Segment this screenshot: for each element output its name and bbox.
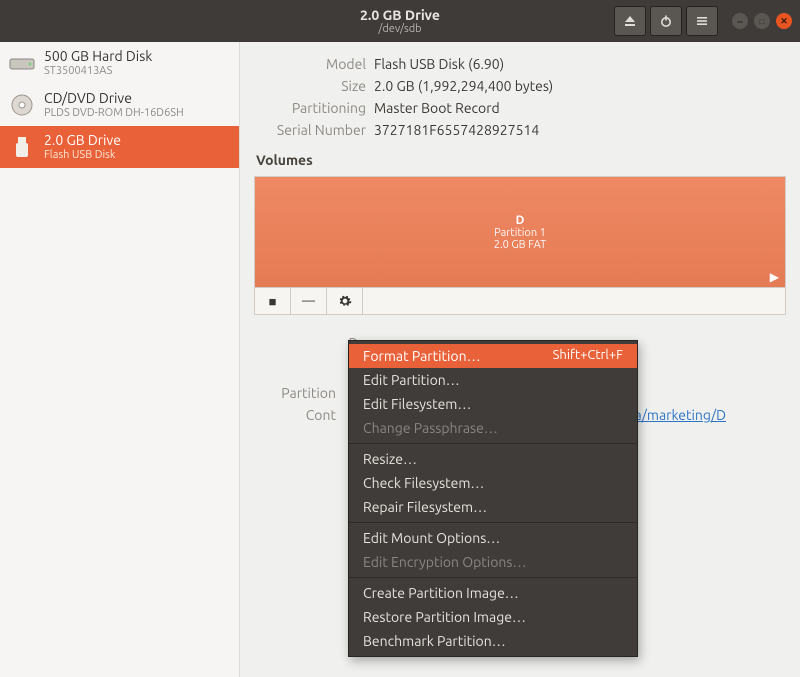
context-menu: Format Partition… Shift+Ctrl+F Edit Part…: [348, 340, 638, 657]
drive-sub: Flash USB Disk: [44, 149, 121, 162]
titlebar: 2.0 GB Drive /dev/sdb: [0, 0, 800, 42]
menu-accel: Shift+Ctrl+F: [553, 348, 623, 364]
menu-resize[interactable]: Resize…: [349, 447, 637, 471]
menu-edit-filesystem[interactable]: Edit Filesystem…: [349, 392, 637, 416]
contents-label: Cont: [254, 407, 344, 423]
volume-line3: 2.0 GB FAT: [494, 239, 546, 251]
minimize-button[interactable]: [732, 13, 748, 29]
partitioning-label: Partitioning: [254, 100, 374, 116]
separator: [349, 522, 637, 523]
hdd-icon: [8, 49, 36, 77]
menu-restore-image[interactable]: Restore Partition Image…: [349, 605, 637, 629]
menu-button[interactable]: [686, 6, 718, 36]
ptype-label: Partition: [254, 385, 344, 401]
volume-toolbar: ■ —: [255, 287, 785, 314]
volumes-heading: Volumes: [256, 152, 786, 168]
maximize-button[interactable]: [754, 13, 770, 29]
drive-sub: ST3500413AS: [44, 65, 152, 78]
drive-title: 2.0 GB Drive: [44, 132, 121, 149]
eject-button[interactable]: [614, 6, 646, 36]
sidebar-item-hdd[interactable]: 500 GB Hard Disk ST3500413AS: [0, 42, 239, 84]
power-button[interactable]: [650, 6, 682, 36]
drive-title: CD/DVD Drive: [44, 90, 184, 107]
drive-title: 500 GB Hard Disk: [44, 48, 152, 65]
disc-icon: [8, 91, 36, 119]
sidebar-item-usb[interactable]: 2.0 GB Drive Flash USB Disk: [0, 126, 239, 168]
stop-button[interactable]: ■: [255, 288, 291, 314]
gear-button[interactable]: [327, 288, 363, 314]
size-label: Size: [254, 78, 374, 94]
volume-line2: Partition 1: [494, 227, 546, 239]
minus-button[interactable]: —: [291, 288, 327, 314]
volume-name: D: [516, 214, 525, 227]
serial-value: 3727181F6557428927514: [374, 122, 539, 138]
separator: [349, 577, 637, 578]
menu-encryption-options: Edit Encryption Options…: [349, 550, 637, 574]
usb-icon: [8, 133, 36, 161]
menu-mount-options[interactable]: Edit Mount Options…: [349, 526, 637, 550]
drive-sub: PLDS DVD-ROM DH-16D6SH: [44, 107, 184, 120]
menu-edit-partition[interactable]: Edit Partition…: [349, 368, 637, 392]
model-value: Flash USB Disk (6.90): [374, 56, 504, 72]
separator: [349, 443, 637, 444]
menu-change-passphrase: Change Passphrase…: [349, 416, 637, 440]
menu-create-image[interactable]: Create Partition Image…: [349, 581, 637, 605]
partitioning-value: Master Boot Record: [374, 100, 500, 116]
sidebar-item-cd[interactable]: CD/DVD Drive PLDS DVD-ROM DH-16D6SH: [0, 84, 239, 126]
menu-check-filesystem[interactable]: Check Filesystem…: [349, 471, 637, 495]
volume-map: D Partition 1 2.0 GB FAT ▶ ■ —: [254, 176, 786, 315]
menu-benchmark[interactable]: Benchmark Partition…: [349, 629, 637, 653]
mount-path-link[interactable]: dia/marketing/D: [623, 407, 726, 423]
serial-label: Serial Number: [254, 122, 374, 138]
menu-repair-filesystem[interactable]: Repair Filesystem…: [349, 495, 637, 519]
volume-partition[interactable]: D Partition 1 2.0 GB FAT: [255, 177, 785, 287]
drive-list: 500 GB Hard Disk ST3500413AS CD/DVD Driv…: [0, 42, 240, 677]
menu-format-partition[interactable]: Format Partition… Shift+Ctrl+F: [349, 344, 637, 368]
close-button[interactable]: [776, 13, 792, 29]
menu-label: Format Partition…: [363, 348, 481, 364]
model-label: Model: [254, 56, 374, 72]
size-value: 2.0 GB (1,992,294,400 bytes): [374, 78, 553, 94]
play-icon[interactable]: ▶: [770, 270, 779, 284]
